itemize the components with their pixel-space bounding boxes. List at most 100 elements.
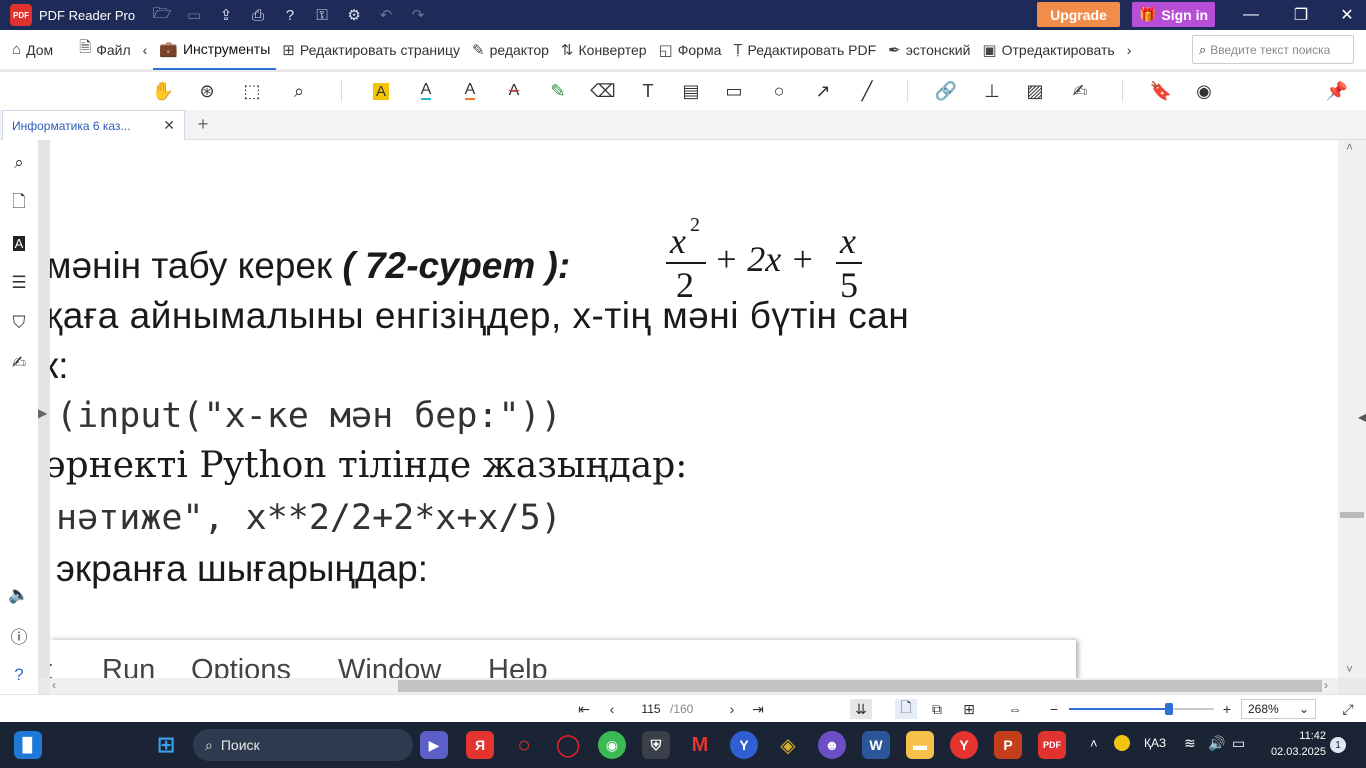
single-page-icon[interactable]: 🗋 (895, 699, 917, 719)
file-explorer-icon[interactable]: ▬ (906, 731, 934, 759)
tab-edit-page[interactable]: ⊞ Редактировать страницу (276, 30, 466, 70)
widgets-icon[interactable]: ▉ (14, 731, 42, 759)
zoom-level-select[interactable]: 268% ⌄ (1241, 699, 1316, 719)
page-layout-icon[interactable]: ⊞ (958, 699, 980, 719)
print-icon[interactable]: ⎙ (247, 4, 269, 26)
tabs-scroll-right[interactable]: › (1121, 30, 1138, 70)
scroll-left-icon[interactable]: ‹ (52, 678, 56, 692)
tab-file[interactable]: 🗎 Файл (73, 30, 136, 70)
keyboard-language[interactable]: ҚАЗ (1144, 736, 1166, 750)
underline-icon[interactable]: A (414, 80, 438, 102)
note-icon[interactable]: ▤ (679, 80, 703, 102)
zoom-area-icon[interactable]: ⌕ (287, 80, 311, 102)
wifi-icon[interactable]: ≋ (1184, 735, 1196, 752)
strikethrough-icon[interactable]: A (502, 80, 526, 102)
info-icon[interactable]: ⓘ (7, 623, 31, 647)
right-panel-toggle-icon[interactable]: ◀ (1358, 410, 1366, 424)
hand-tool-icon[interactable]: ✋ (151, 80, 175, 102)
last-page-icon[interactable]: ⇥ (748, 699, 768, 719)
freehand-pen-icon[interactable]: ✎ (546, 80, 570, 102)
chrome-icon[interactable]: ◉ (598, 731, 626, 759)
thumbnails-icon[interactable]: 🗋 (7, 191, 31, 215)
prev-page-icon[interactable]: ‹ (602, 699, 622, 719)
search-panel-icon[interactable]: ⌕ (7, 151, 31, 175)
tab-edit-pdf[interactable]: Ṭ Редактировать PDF (727, 30, 882, 70)
powerpoint-icon[interactable]: P (994, 731, 1022, 759)
horizontal-scroll-thumb[interactable] (398, 680, 1322, 692)
tabs-scroll-left[interactable]: ‹ (137, 30, 154, 70)
key-icon[interactable]: ⚿ (311, 4, 333, 26)
yandex-app-icon[interactable]: Я (466, 731, 494, 759)
maximize-button[interactable]: ❐ (1278, 0, 1324, 30)
zoom-slider-handle[interactable] (1165, 703, 1173, 715)
redo-icon[interactable]: ↷ (407, 4, 429, 26)
help-circle-icon[interactable]: ? (7, 663, 31, 687)
horizontal-scrollbar[interactable]: ‹ › (50, 678, 1338, 694)
tray-overflow-icon[interactable]: ˄ (1090, 736, 1098, 751)
meet-app-icon[interactable]: ▶ (420, 731, 448, 759)
opera-gx-icon[interactable]: ○ (510, 731, 538, 759)
fullscreen-icon[interactable]: ⤢ (1338, 699, 1358, 719)
eye-icon[interactable]: ◉ (1192, 80, 1216, 102)
bookmark-icon[interactable]: 🔖 (1149, 80, 1173, 102)
rectangle-icon[interactable]: ▭ (722, 80, 746, 102)
minimize-button[interactable]: — (1228, 0, 1274, 30)
outline-icon[interactable]: ☰ (7, 271, 31, 295)
share-icon[interactable]: ⇪ (215, 4, 237, 26)
open-folder-icon[interactable]: 🗁 (151, 4, 173, 26)
scroll-right-icon[interactable]: › (1324, 678, 1328, 692)
pdf-reader-taskbar-icon[interactable]: PDF (1038, 731, 1066, 759)
y-browser-icon[interactable]: Y (730, 731, 758, 759)
link-icon[interactable]: 🔗 (934, 80, 958, 102)
tray-app-icon[interactable] (1114, 735, 1130, 751)
zoom-in-icon[interactable]: + (1218, 699, 1236, 719)
tab-editor[interactable]: ✎ редактор (466, 30, 555, 70)
select-text-icon[interactable]: ⊛ (195, 80, 219, 102)
document-tab[interactable]: Информатика 6 каз... ✕ (2, 110, 185, 140)
close-tab-icon[interactable]: ✕ (163, 117, 175, 134)
mail-app-icon[interactable]: M (686, 731, 714, 759)
stamp-icon[interactable]: ⊥ (980, 80, 1004, 102)
vertical-scroll-thumb[interactable] (1340, 512, 1364, 518)
settings-icon[interactable]: ⚙ (343, 4, 365, 26)
search-input[interactable]: ⌕ Введите текст поиска (1192, 35, 1354, 64)
highlight-icon[interactable]: A (369, 80, 393, 102)
undo-icon[interactable]: ↶ (375, 4, 397, 26)
text-box-icon[interactable]: T (636, 80, 660, 102)
page-number-input[interactable]: 115 (634, 699, 668, 719)
next-page-icon[interactable]: › (722, 699, 742, 719)
fit-page-icon[interactable]: ⇊ (850, 699, 872, 719)
system-clock[interactable]: 11:42 02.03.2025 (1262, 728, 1326, 760)
binance-icon[interactable]: ◈ (774, 731, 802, 759)
scroll-up-icon[interactable]: ˄ (1346, 140, 1353, 154)
pin-icon[interactable]: 📌 (1325, 80, 1349, 102)
scroll-down-icon[interactable]: ˅ (1346, 662, 1353, 676)
close-window-button[interactable]: ✕ (1324, 0, 1366, 30)
zoom-out-icon[interactable]: − (1045, 699, 1063, 719)
first-page-icon[interactable]: ⇤ (574, 699, 594, 719)
circle-icon[interactable]: ○ (767, 80, 791, 102)
upgrade-button[interactable]: Upgrade (1037, 2, 1120, 27)
eraser-icon[interactable]: ⌫ (590, 80, 615, 102)
fit-width-icon[interactable]: ⇔ (1004, 699, 1026, 719)
document-viewport[interactable]: мәнін табу керек ( 72-сурет ): x 2 2 + 2… (38, 140, 1338, 678)
tab-redact[interactable]: ▣ Отредактировать (976, 30, 1120, 70)
sign-in-button[interactable]: 🎁 Sign in (1132, 2, 1215, 27)
tab-form[interactable]: ◱ Форма (653, 30, 728, 70)
signature-icon[interactable]: ✍ (1068, 80, 1092, 102)
help-icon[interactable]: ? (279, 4, 301, 26)
save-icon[interactable]: ▭ (183, 4, 205, 26)
volume-icon[interactable]: 🔊 (1208, 735, 1225, 752)
left-panel-toggle-icon[interactable]: ▶ (38, 406, 48, 426)
word-icon[interactable]: W (862, 731, 890, 759)
squiggly-icon[interactable]: A (458, 80, 482, 102)
battery-icon[interactable]: ▭ (1232, 735, 1245, 752)
yandex-browser-icon[interactable]: Y (950, 731, 978, 759)
tab-sign[interactable]: ✒ эстонский (882, 30, 976, 70)
tab-tools[interactable]: 💼 Инструменты (153, 30, 277, 70)
wot-game-icon[interactable]: ⛨ (642, 731, 670, 759)
vertical-scrollbar[interactable]: ˄ ◀ ˅ (1338, 140, 1366, 678)
bookmarks-panel-icon[interactable]: ⛉ (7, 311, 31, 335)
arrow-icon[interactable]: ↗ (811, 80, 835, 102)
image-icon[interactable]: ▨ (1023, 80, 1047, 102)
